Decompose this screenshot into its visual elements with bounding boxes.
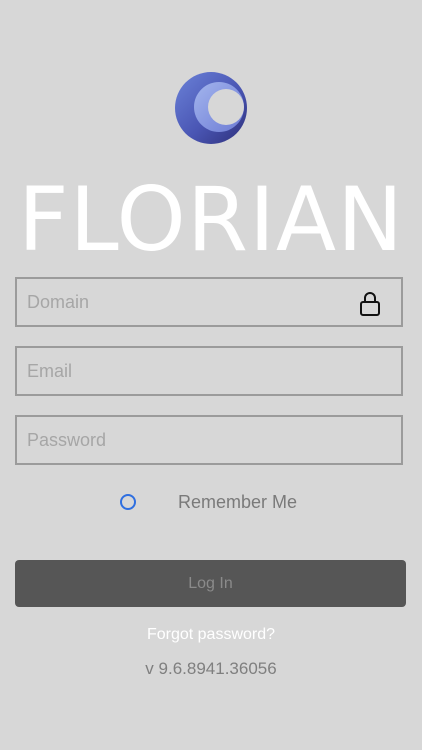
email-field-container — [15, 346, 403, 396]
forgot-password-link[interactable]: Forgot password? — [0, 626, 422, 644]
password-input[interactable] — [17, 417, 327, 463]
florian-logo — [175, 72, 247, 144]
password-field-container — [15, 415, 403, 465]
domain-field-container — [15, 277, 403, 327]
login-button[interactable]: Log In — [15, 560, 406, 607]
remember-me-row[interactable]: Remember Me — [0, 490, 422, 516]
remember-radio-icon[interactable] — [120, 494, 136, 510]
email-input[interactable] — [17, 348, 327, 394]
lock-icon — [360, 292, 380, 316]
brand-title: FLORIAN — [18, 168, 404, 271]
version-text: v 9.6.8941.36056 — [145, 659, 277, 678]
remember-me-label[interactable]: Remember Me — [178, 492, 297, 513]
domain-input[interactable] — [17, 279, 327, 325]
